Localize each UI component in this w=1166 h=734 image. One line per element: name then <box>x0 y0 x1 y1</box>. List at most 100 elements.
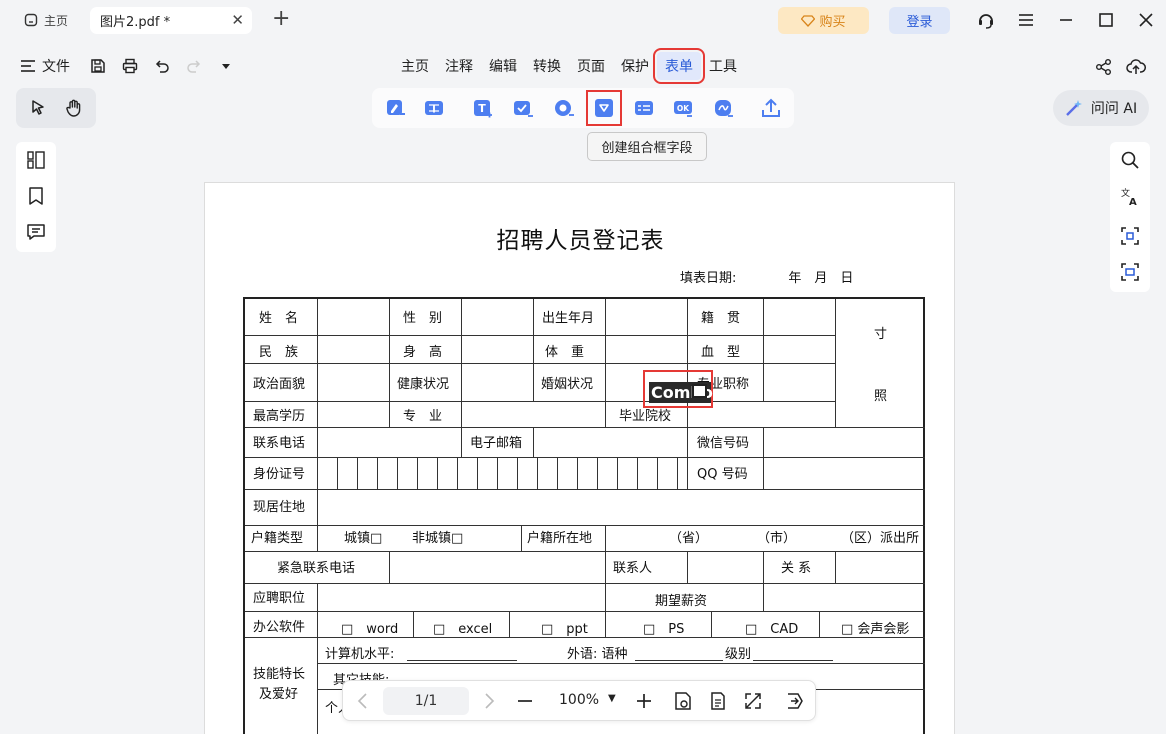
ocr-scan-icon[interactable] <box>1120 226 1140 246</box>
new-tab-icon[interactable]: + <box>272 6 290 32</box>
minimize-icon[interactable] <box>1054 9 1078 31</box>
export-data-icon[interactable] <box>760 97 782 119</box>
signature-field-icon[interactable] <box>713 97 735 119</box>
tab-annotate[interactable]: 注释 <box>437 52 481 80</box>
label-province: （省） <box>669 531 709 546</box>
page-number-label: 1/1 <box>414 693 438 709</box>
fit-page-icon[interactable] <box>673 691 693 711</box>
share-icon[interactable] <box>1094 57 1114 77</box>
label-major: 专 业 <box>403 409 443 424</box>
page-navigation-bar: 1/1 100% ▼ <box>342 680 816 721</box>
registration-form-table: 姓 名 性 别 出生年月 籍 贯 寸 民 族 身 高 体 重 血 型 政治面貌 … <box>243 297 925 734</box>
diamond-icon <box>801 14 816 27</box>
home-tab-label: 主页 <box>44 13 69 28</box>
label-relation: 关 系 <box>781 561 812 576</box>
login-button[interactable]: 登录 <box>889 7 950 34</box>
svg-text:T: T <box>478 102 486 115</box>
zoom-dropdown-icon[interactable]: ▼ <box>608 693 616 704</box>
next-page-icon[interactable] <box>481 691 497 711</box>
svg-text:I: I <box>432 105 436 116</box>
label-nonurban: 非城镇□ <box>412 531 464 546</box>
label-photo-1: 寸 <box>874 327 888 342</box>
checkbox-icon[interactable] <box>512 97 534 119</box>
capture-icon[interactable] <box>1120 262 1140 282</box>
hamburger-icon <box>21 60 35 72</box>
thumbnails-icon[interactable] <box>26 150 46 170</box>
label-height: 身 高 <box>403 345 443 360</box>
exit-panel-icon[interactable] <box>785 691 805 711</box>
previous-page-icon[interactable] <box>355 691 371 711</box>
tab-edit[interactable]: 编辑 <box>481 52 525 80</box>
left-sidebar <box>16 142 56 252</box>
title-bar: 主页 图片2.pdf * ✕ + 购买 登录 <box>0 0 1166 42</box>
maximize-icon[interactable] <box>1094 9 1118 31</box>
label-wechat: 微信号码 <box>697 436 750 451</box>
button-field-icon[interactable]: OK <box>672 97 694 119</box>
combo-box-icon[interactable] <box>586 90 622 126</box>
redo-icon[interactable] <box>184 56 204 76</box>
tab-protect[interactable]: 保护 <box>613 52 657 80</box>
label-language-level: 级别 <box>725 647 752 662</box>
hand-tool-icon[interactable] <box>64 98 84 118</box>
label-education: 最高学历 <box>253 409 306 424</box>
search-icon[interactable] <box>1120 150 1140 170</box>
ai-sparkle-icon <box>1066 100 1082 116</box>
page-view-icon[interactable] <box>708 691 728 711</box>
close-tab-icon[interactable]: ✕ <box>231 11 244 29</box>
document-tab[interactable]: 图片2.pdf * ✕ <box>90 7 252 34</box>
tab-form[interactable]: 表单 <box>653 48 705 84</box>
label-emergency-phone: 紧急联系电话 <box>277 561 356 576</box>
bookmark-icon[interactable] <box>26 186 46 206</box>
text-box-icon[interactable]: I <box>423 97 445 119</box>
combo-box-field[interactable]: Combo <box>643 370 713 408</box>
label-name: 姓 名 <box>259 311 299 326</box>
tab-tools[interactable]: 工具 <box>701 52 745 80</box>
text-field-icon[interactable] <box>385 97 407 119</box>
ask-ai-button[interactable]: 问问 AI <box>1053 90 1149 126</box>
tab-convert[interactable]: 转换 <box>525 52 569 80</box>
page-number-input[interactable]: 1/1 <box>383 687 469 715</box>
close-window-icon[interactable] <box>1134 9 1158 31</box>
label-position: 应聘职位 <box>253 591 306 606</box>
label-sw-cad: □ CAD <box>745 622 799 637</box>
cursor-tool-group <box>16 88 96 128</box>
fullscreen-icon[interactable] <box>743 691 763 711</box>
undo-icon[interactable] <box>152 56 172 76</box>
translate-icon[interactable]: 文A <box>1120 186 1140 208</box>
combo-dropdown-handle[interactable] <box>692 384 707 398</box>
headset-icon[interactable] <box>974 9 998 31</box>
label-sw-excel: □ excel <box>433 622 493 637</box>
file-menu[interactable]: 文件 <box>20 56 70 76</box>
tab-home[interactable]: 主页 <box>393 52 437 80</box>
quick-access-dropdown-icon[interactable] <box>216 56 236 76</box>
menu-icon[interactable] <box>1014 9 1038 31</box>
label-qq: QQ 号码 <box>697 467 748 482</box>
right-sidebar: 文A <box>1110 142 1150 292</box>
select-cursor-icon[interactable] <box>28 98 48 118</box>
cloud-upload-icon[interactable] <box>1126 57 1146 77</box>
list-box-icon[interactable] <box>633 97 655 119</box>
label-id-number: 身份证号 <box>253 467 306 482</box>
fill-date-label: 填表日期: 年 月 日 <box>680 271 854 286</box>
print-icon[interactable] <box>120 56 140 76</box>
label-address: 现居住地 <box>253 500 306 515</box>
document-title: 招聘人员登记表 <box>496 228 665 254</box>
label-urban: 城镇□ <box>344 531 383 546</box>
buy-button[interactable]: 购买 <box>778 7 869 34</box>
comment-icon[interactable] <box>26 222 46 242</box>
zoom-in-icon[interactable] <box>634 691 654 711</box>
text-label-icon[interactable]: T <box>472 97 494 119</box>
label-phone: 联系电话 <box>253 436 306 451</box>
label-blood: 血 型 <box>701 345 741 360</box>
label-skills-2: 及爱好 <box>259 687 299 702</box>
radio-button-icon[interactable] <box>553 97 575 119</box>
save-icon[interactable] <box>88 56 108 76</box>
label-foreign-language: 外语: 语种 <box>567 647 628 662</box>
label-office-software: 办公软件 <box>253 620 306 635</box>
zoom-out-icon[interactable] <box>515 691 535 711</box>
label-skills-1: 技能特长 <box>253 667 306 682</box>
label-sw-audio: □ 会声会影 <box>841 622 910 637</box>
zoom-level[interactable]: 100% <box>559 692 599 708</box>
tab-page[interactable]: 页面 <box>569 52 613 80</box>
home-tab[interactable]: 主页 <box>14 7 80 33</box>
